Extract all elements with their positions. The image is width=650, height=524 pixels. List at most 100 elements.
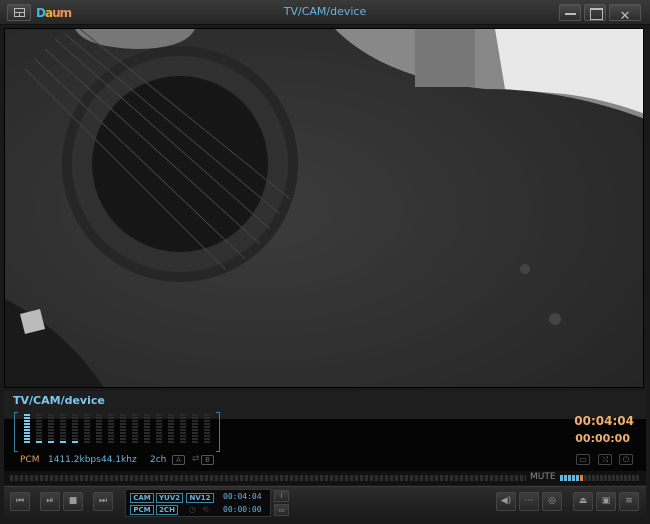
control-bar: ⏮ ⏯ ■ ⏭ CAM YUV2 NV12 PCM 2CH ◷ ⟲ 00:04:… <box>4 486 646 520</box>
shuffle-icon: ⤨ <box>601 455 609 464</box>
repeat-b-button[interactable]: B <box>201 455 214 465</box>
volume-segment <box>612 475 615 481</box>
volume-segment <box>624 475 627 481</box>
eq-band <box>204 414 210 450</box>
close-icon: ✕ <box>619 9 631 24</box>
volume-segment <box>604 475 607 481</box>
close-button[interactable]: ✕ <box>609 4 641 24</box>
screen-button[interactable]: ▭ <box>274 504 289 516</box>
volume-segment <box>632 475 635 481</box>
source-title: TV/CAM/device <box>13 394 105 407</box>
eq-band <box>48 414 54 450</box>
subtitle-toggle-button[interactable]: ▭ <box>576 454 590 465</box>
lcd-current-time: 00:00:00 <box>223 505 262 514</box>
previous-button[interactable]: ⏮ <box>10 492 30 511</box>
spectrum-analyzer <box>14 412 220 452</box>
lcd-total-time: 00:04:04 <box>223 492 262 501</box>
power-button[interactable]: ⏻ <box>619 454 633 465</box>
eq-band <box>168 414 174 450</box>
window-title: TV/CAM/device <box>283 5 367 18</box>
eq-band <box>36 414 42 450</box>
playlist-button[interactable]: ≡ <box>619 492 639 511</box>
video-frame <box>5 29 643 387</box>
volume-segment <box>636 475 639 481</box>
output-format-tag: NV12 <box>186 493 214 503</box>
volume-button[interactable]: ◀) <box>496 492 516 511</box>
eq-band <box>156 414 162 450</box>
maximize-button[interactable] <box>584 4 606 21</box>
eq-band <box>60 414 66 450</box>
subtitle-button[interactable]: ⋯ <box>519 492 539 511</box>
power-icon: ⏻ <box>622 455 630 464</box>
eq-band <box>192 414 198 450</box>
eq-bracket-left <box>14 412 18 452</box>
stop-button[interactable]: ■ <box>63 492 83 511</box>
repeat-icon: ⟲ <box>202 505 209 514</box>
volume-segment <box>600 475 603 481</box>
video-format-tag: YUV2 <box>156 493 183 503</box>
capture-button[interactable]: ▣ <box>596 492 616 511</box>
volume-segment <box>596 475 599 481</box>
record-icon: ◎ <box>548 496 556 506</box>
volume-segment <box>568 475 571 481</box>
eject-icon: ⏏ <box>578 496 588 506</box>
mute-button[interactable]: MUTE <box>530 472 556 482</box>
previous-icon: ⏮ <box>15 496 25 506</box>
video-display[interactable] <box>4 28 644 388</box>
eq-band <box>108 414 114 450</box>
eq-band <box>24 414 30 450</box>
minimize-button[interactable] <box>559 4 581 21</box>
volume-segment <box>608 475 611 481</box>
volume-segment <box>584 475 587 481</box>
eq-band <box>144 414 150 450</box>
volume-segment <box>620 475 623 481</box>
seek-bar-row: MUTE <box>4 471 646 485</box>
record-button[interactable]: ◎ <box>542 492 562 511</box>
status-lcd: CAM YUV2 NV12 PCM 2CH ◷ ⟲ 00:04:04 00:00… <box>125 489 271 517</box>
playlist-icon: ≡ <box>625 496 633 506</box>
subtitle-icon: ⋯ <box>524 496 534 506</box>
audio-codec: PCM <box>20 455 40 465</box>
info-panel: TV/CAM/device PCM 1411.2kbps 44.1khz 2ch… <box>4 391 646 471</box>
volume-segment <box>576 475 579 481</box>
channels: 2ch <box>150 455 167 465</box>
bitrate: 1411.2kbps <box>48 455 101 465</box>
volume-segment <box>580 475 583 481</box>
volume-icon: ◀) <box>500 496 512 506</box>
eq-band <box>96 414 102 450</box>
channel-tag: 2CH <box>156 505 178 515</box>
eq-band <box>120 414 126 450</box>
swap-icon[interactable]: ⇄ <box>192 454 200 464</box>
screen-icon: ▭ <box>278 506 285 514</box>
capture-icon: ▣ <box>601 496 611 506</box>
stop-icon: ■ <box>68 496 78 506</box>
eq-band <box>84 414 90 450</box>
current-time: 00:00:00 <box>575 432 630 445</box>
info-icon: i <box>280 492 283 500</box>
volume-segment <box>616 475 619 481</box>
play-pause-icon: ⏯ <box>46 496 54 506</box>
next-button[interactable]: ⏭ <box>93 492 113 511</box>
next-icon: ⏭ <box>98 496 108 506</box>
volume-segment <box>588 475 591 481</box>
volume-segment <box>592 475 595 481</box>
volume-segment <box>628 475 631 481</box>
volume-segment <box>560 475 563 481</box>
total-time: 00:04:04 <box>574 414 634 428</box>
eq-band <box>72 414 78 450</box>
eq-bracket-right <box>216 412 220 452</box>
play-pause-button[interactable]: ⏯ <box>40 492 60 511</box>
shuffle-button[interactable]: ⤨ <box>598 454 612 465</box>
eq-band <box>180 414 186 450</box>
volume-segment <box>564 475 567 481</box>
source-tag: CAM <box>130 493 154 503</box>
eq-band <box>132 414 138 450</box>
volume-slider[interactable] <box>560 475 642 481</box>
subtitle-icon: ▭ <box>579 455 587 464</box>
title-bar: Daum TV/CAM/device ✕ <box>0 0 650 25</box>
eject-button[interactable]: ⏏ <box>573 492 593 511</box>
repeat-a-button[interactable]: A <box>172 455 185 465</box>
info-button[interactable]: i <box>274 490 289 502</box>
seek-bar[interactable] <box>10 475 526 481</box>
volume-segment <box>572 475 575 481</box>
